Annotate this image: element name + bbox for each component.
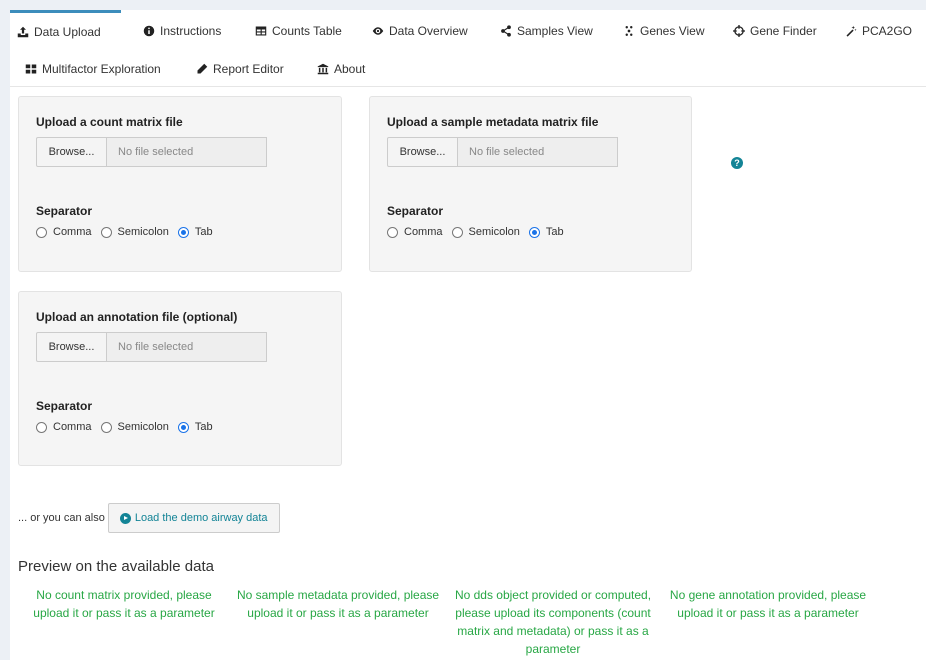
tab-instructions[interactable]: Instructions <box>136 12 229 50</box>
preview-title: Preview on the available data <box>18 558 214 575</box>
share-icon <box>499 24 513 38</box>
radio-button[interactable] <box>177 421 189 433</box>
panel-title: Upload a count matrix file <box>36 115 183 129</box>
radio-comma[interactable]: Comma <box>387 226 443 238</box>
radio-button[interactable] <box>36 421 47 433</box>
radio-semicolon[interactable]: Semicolon <box>100 421 169 433</box>
separator-radio-group: Comma Semicolon Tab <box>36 226 222 238</box>
tab-report-editor[interactable]: Report Editor <box>189 50 292 88</box>
radio-tab[interactable]: Tab <box>177 226 213 238</box>
tab-genes-view[interactable]: Genes View <box>616 12 712 50</box>
preview-message-metadata: No sample metadata provided, please uplo… <box>236 588 440 620</box>
radio-button[interactable] <box>528 226 540 238</box>
radio-semicolon[interactable]: Semicolon <box>100 226 169 238</box>
browse-button[interactable]: Browse... <box>387 137 458 167</box>
separator-radio-group: Comma Semicolon Tab <box>387 226 573 238</box>
main-tabs: Data Upload Instructions Counts Table Da… <box>10 10 926 87</box>
radio-semicolon[interactable]: Semicolon <box>451 226 520 238</box>
separator-label: Separator <box>387 204 444 218</box>
preview-message-annotation: No gene annotation provided, please uplo… <box>669 588 867 620</box>
preview-message-counts: No count matrix provided, please upload … <box>33 588 215 620</box>
panel-title: Upload an annotation file (optional) <box>36 310 238 324</box>
tab-about[interactable]: About <box>310 50 373 88</box>
eye-icon <box>371 24 385 38</box>
radio-button[interactable] <box>100 421 112 433</box>
browse-button[interactable]: Browse... <box>36 332 107 362</box>
institution-icon <box>316 62 330 76</box>
radio-tab[interactable]: Tab <box>528 226 564 238</box>
page: Data Upload Instructions Counts Table Da… <box>10 10 926 660</box>
tab-data-upload[interactable]: Data Upload <box>10 10 121 50</box>
table-icon <box>254 24 268 38</box>
tab-multifactor-exploration[interactable]: Multifactor Exploration <box>18 50 169 88</box>
count-matrix-panel: Upload a count matrix file Browse... No … <box>18 96 342 272</box>
magic-icon <box>844 24 858 38</box>
count-file-input[interactable]: Browse... No file selected <box>36 137 267 167</box>
load-demo-button[interactable]: Load the demo airway data <box>107 503 280 533</box>
play-circle-icon <box>119 512 131 524</box>
demo-prefix: ... or you can also <box>18 512 105 524</box>
dna-icon <box>622 24 636 38</box>
pencil-icon <box>195 62 209 76</box>
grid-icon <box>24 62 38 76</box>
preview-message-dds: No dds object provided or computed, plea… <box>454 588 652 656</box>
tab-counts-table[interactable]: Counts Table <box>248 12 350 50</box>
panel-title: Upload a sample metadata matrix file <box>387 115 599 129</box>
radio-button[interactable] <box>387 226 398 238</box>
radio-tab[interactable]: Tab <box>177 421 213 433</box>
metadata-panel: Upload a sample metadata matrix file Bro… <box>369 96 692 272</box>
separator-label: Separator <box>36 204 93 218</box>
radio-button[interactable] <box>36 226 47 238</box>
file-name-display: No file selected <box>107 332 267 362</box>
tab-gene-finder[interactable]: Gene Finder <box>726 12 825 50</box>
crosshairs-icon <box>732 24 746 38</box>
browse-button[interactable]: Browse... <box>36 137 107 167</box>
help-icon[interactable]: ? <box>731 157 743 169</box>
radio-button[interactable] <box>177 226 189 238</box>
file-name-display: No file selected <box>458 137 618 167</box>
info-circle-icon <box>142 24 156 38</box>
tab-data-overview[interactable]: Data Overview <box>365 12 476 50</box>
demo-row: ... or you can also Load the demo airway… <box>18 503 280 533</box>
tab-samples-view[interactable]: Samples View <box>493 12 601 50</box>
radio-button[interactable] <box>100 226 112 238</box>
upload-icon <box>16 25 30 39</box>
separator-radio-group: Comma Semicolon Tab <box>36 421 222 433</box>
radio-button[interactable] <box>451 226 463 238</box>
metadata-file-input[interactable]: Browse... No file selected <box>387 137 618 167</box>
separator-label: Separator <box>36 399 93 413</box>
annotation-panel: Upload an annotation file (optional) Bro… <box>18 291 342 466</box>
file-name-display: No file selected <box>107 137 267 167</box>
radio-comma[interactable]: Comma <box>36 421 92 433</box>
annotation-file-input[interactable]: Browse... No file selected <box>36 332 267 362</box>
tab-pca2go[interactable]: PCA2GO <box>838 12 920 50</box>
radio-comma[interactable]: Comma <box>36 226 92 238</box>
